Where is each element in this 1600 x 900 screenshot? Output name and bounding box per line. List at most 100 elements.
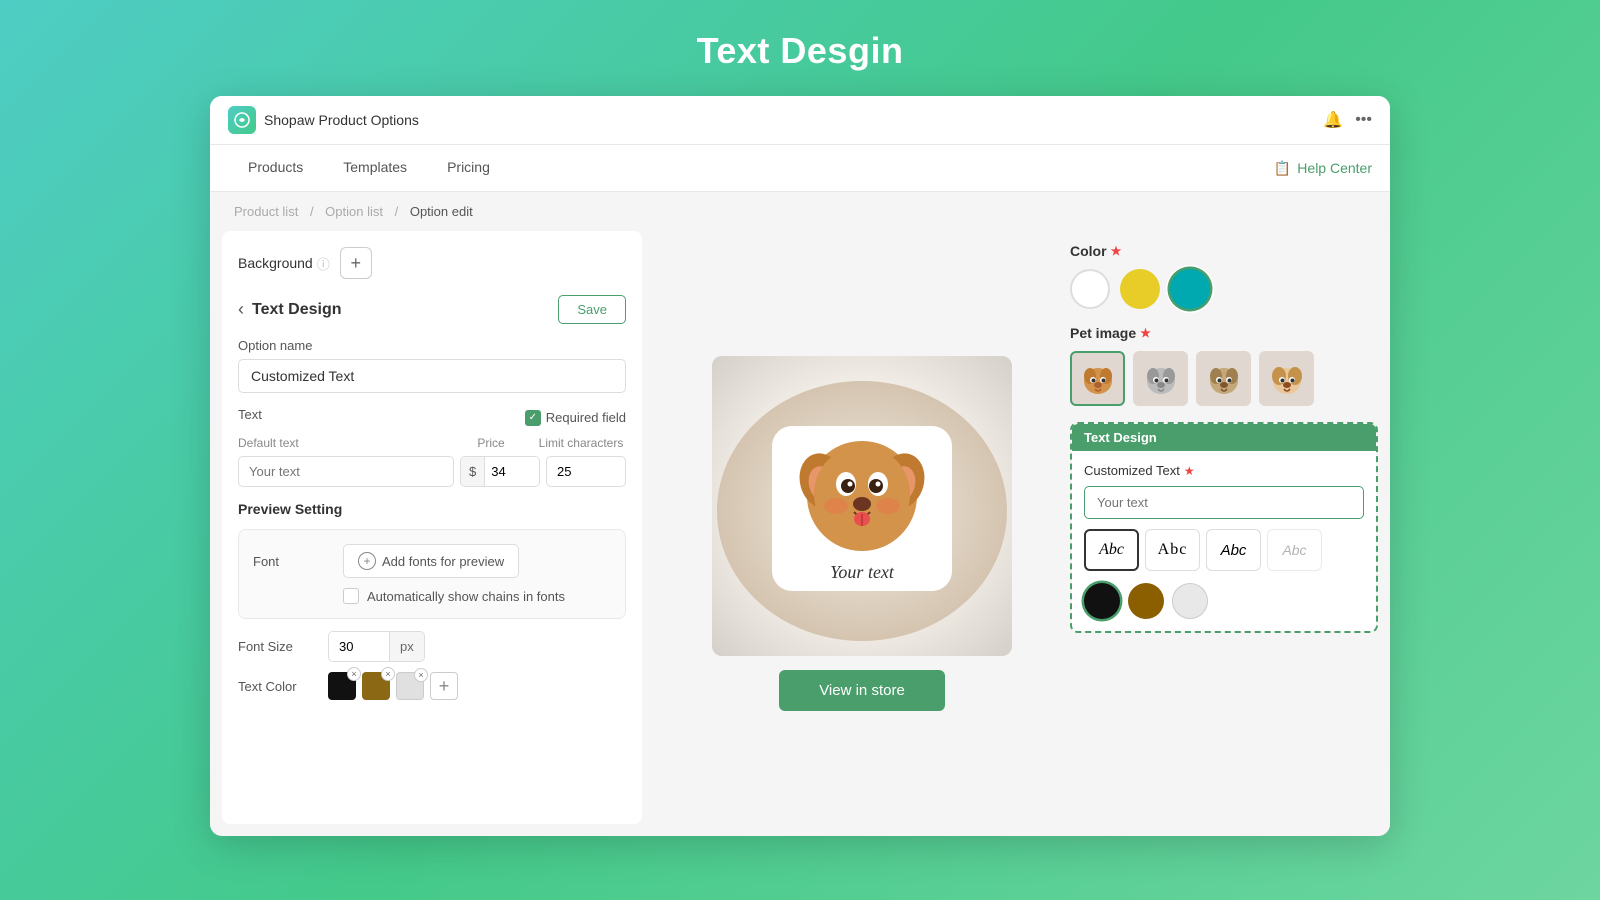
app-window: Shopaw Product Options 🔔 ••• Products Te…: [210, 96, 1390, 836]
limit-input[interactable]: [546, 456, 626, 487]
option-name-group: Option name: [238, 338, 626, 393]
font-size-input-wrap: px: [328, 631, 425, 662]
color-section: Color ★: [1070, 243, 1378, 309]
pet-image-label-text: Pet image: [1070, 325, 1136, 341]
nav-bar: Products Templates Pricing 📋 Help Center: [210, 145, 1390, 192]
remove-color-3[interactable]: ×: [414, 668, 428, 682]
text-design-card-body: Customized Text ★ Abc Abc Abc: [1072, 451, 1376, 631]
add-background-button[interactable]: +: [340, 247, 372, 279]
breadcrumb-option-edit: Option edit: [410, 204, 473, 219]
view-in-store-button[interactable]: View in store: [779, 670, 945, 711]
nav-products[interactable]: Products: [228, 145, 323, 191]
bell-icon[interactable]: 🔔: [1323, 110, 1343, 130]
customized-text-label-text: Customized Text: [1084, 463, 1180, 478]
nav-links: Products Templates Pricing: [228, 145, 510, 191]
center-panel: Your text View in store: [654, 231, 1070, 836]
preview-setting-label: Preview Setting: [238, 501, 626, 517]
pet-img-3[interactable]: [1196, 351, 1251, 406]
title-bar-left: Shopaw Product Options: [228, 106, 419, 134]
text-color-row: Text Color × × × +: [238, 672, 626, 700]
color-opt-light[interactable]: [1172, 583, 1208, 619]
font-option-4-label: Abc: [1282, 542, 1306, 558]
option-name-label: Option name: [238, 338, 626, 353]
pet-img-1[interactable]: [1070, 351, 1125, 406]
left-panel: Background ⓘ + ‹ Text Design Save Option…: [222, 231, 642, 824]
add-fonts-icon: +: [358, 552, 376, 570]
color-section-label: Color ★: [1070, 243, 1378, 259]
nav-pricing[interactable]: Pricing: [427, 145, 510, 191]
col-limit: Limit characters: [536, 436, 626, 450]
customized-text-label: Customized Text ★: [1084, 463, 1364, 478]
add-color-button[interactable]: +: [430, 672, 458, 700]
color-options-row: [1084, 583, 1364, 619]
color-opt-black[interactable]: [1084, 583, 1120, 619]
text-row: Text ✓ Required field: [238, 407, 626, 428]
breadcrumb: Product list / Option list / Option edit: [210, 192, 1390, 231]
color-options: [1070, 269, 1378, 309]
color-label-text: Color: [1070, 243, 1107, 259]
remove-color-2[interactable]: ×: [381, 667, 395, 681]
required-checkbox[interactable]: ✓: [525, 410, 541, 426]
pillow-background: Your text: [712, 356, 1012, 656]
dollar-sign: $: [461, 457, 485, 486]
remove-color-1[interactable]: ×: [347, 667, 361, 681]
color-swatch-2[interactable]: ×: [362, 672, 390, 700]
font-option-4[interactable]: Abc: [1267, 529, 1322, 571]
font-option-2-label: Abc: [1158, 541, 1188, 559]
auto-show-checkbox[interactable]: [343, 588, 359, 604]
app-icon: [228, 106, 256, 134]
color-swatch-1[interactable]: ×: [328, 672, 356, 700]
font-option-3-label: Abc: [1221, 542, 1247, 559]
text-label: Text: [238, 407, 262, 422]
breadcrumb-sep-2: /: [395, 204, 402, 219]
pillow-svg: Your text: [712, 356, 1012, 656]
font-option-3[interactable]: Abc: [1206, 529, 1261, 571]
pet-img-2[interactable]: [1133, 351, 1188, 406]
help-icon: 📋: [1274, 160, 1291, 177]
title-bar-right: 🔔 •••: [1323, 110, 1372, 130]
default-text-input[interactable]: [238, 456, 454, 487]
app-name: Shopaw Product Options: [264, 112, 419, 128]
more-icon[interactable]: •••: [1355, 111, 1372, 129]
text-inputs-row: $: [238, 456, 626, 487]
price-input[interactable]: [485, 457, 539, 486]
pet-image-label: Pet image ★: [1070, 325, 1378, 341]
font-option-1-label: Abc: [1099, 541, 1124, 559]
text-preview-input[interactable]: [1084, 486, 1364, 519]
background-text: Background: [238, 255, 313, 271]
font-option-2[interactable]: Abc: [1145, 529, 1200, 571]
color-required-star: ★: [1111, 244, 1122, 258]
option-name-input[interactable]: [238, 359, 626, 393]
font-size-input[interactable]: [329, 632, 389, 661]
font-row: Font + Add fonts for preview: [253, 544, 611, 578]
px-label: px: [389, 632, 424, 661]
text-color-label: Text Color: [238, 679, 318, 694]
product-image: Your text: [712, 356, 1012, 656]
font-option-1[interactable]: Abc: [1084, 529, 1139, 571]
save-button[interactable]: Save: [558, 295, 626, 324]
color-option-teal[interactable]: [1170, 269, 1210, 309]
background-label: Background ⓘ: [238, 254, 330, 273]
pet-img-4[interactable]: [1259, 351, 1314, 406]
text-design-card-header: Text Design: [1072, 424, 1376, 451]
color-opt-brown[interactable]: [1128, 583, 1164, 619]
font-size-label: Font Size: [238, 639, 318, 654]
color-swatch-3[interactable]: ×: [396, 672, 424, 700]
font-size-row: Font Size px: [238, 631, 626, 662]
preview-setting-box: Font + Add fonts for preview Automatical…: [238, 529, 626, 619]
add-fonts-label: Add fonts for preview: [382, 554, 504, 569]
breadcrumb-product-list[interactable]: Product list: [234, 204, 298, 219]
customized-required-star: ★: [1184, 464, 1195, 478]
color-option-yellow[interactable]: [1120, 269, 1160, 309]
text-design-left: ‹ Text Design: [238, 299, 342, 320]
nav-templates[interactable]: Templates: [323, 145, 427, 191]
back-button[interactable]: ‹: [238, 299, 244, 320]
help-center-link[interactable]: 📋 Help Center: [1274, 160, 1372, 177]
page-title: Text Desgin: [697, 30, 904, 72]
color-option-white[interactable]: [1070, 269, 1110, 309]
add-fonts-button[interactable]: + Add fonts for preview: [343, 544, 519, 578]
pet-image-section: Pet image ★: [1070, 325, 1378, 406]
text-section: Text ✓ Required field Default text Price…: [238, 407, 626, 487]
col-default-text: Default text: [238, 436, 446, 450]
breadcrumb-option-list[interactable]: Option list: [325, 204, 383, 219]
